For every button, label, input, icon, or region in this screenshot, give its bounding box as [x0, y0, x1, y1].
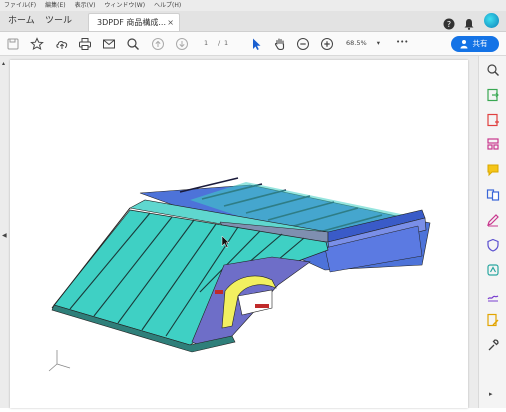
axis-gizmo [48, 350, 71, 372]
total-pages: 1 [224, 39, 229, 47]
next-page-icon[interactable] [175, 36, 189, 50]
menu-file[interactable]: ファイル(F) [4, 0, 36, 11]
svg-text:?: ? [447, 20, 451, 29]
sidebar-collapse-icon[interactable]: ▸ [489, 390, 493, 398]
menu-window[interactable]: ウィンドウ(W) [104, 0, 145, 11]
zoom-level-dropdown[interactable]: 68.5% ▾ [346, 39, 380, 47]
toolbar: 1 / 1 68.5% ▾ ••• [0, 32, 506, 56]
notification-bell-icon[interactable] [463, 15, 475, 30]
hand-tool-icon[interactable] [273, 36, 287, 51]
tab-document-label: 3DPDF 商品構成... [97, 18, 167, 27]
share-button[interactable]: 共有 [451, 36, 499, 52]
comment-icon[interactable] [486, 162, 500, 177]
more-options-icon[interactable]: ••• [396, 38, 408, 46]
document-viewport[interactable]: ◀ ▴ [0, 56, 478, 408]
save-icon[interactable] [6, 36, 20, 50]
previous-page-icon[interactable] [151, 36, 165, 50]
help-icon[interactable]: ? [443, 15, 455, 30]
share-button-label: 共有 [472, 39, 488, 48]
tab-tools[interactable]: ツール [45, 11, 72, 31]
page-separator: / [218, 39, 221, 47]
edit-pdf-icon[interactable] [486, 312, 500, 327]
share-person-icon [460, 39, 469, 49]
pdf-page [10, 60, 468, 408]
tab-bar: ホーム ツール 3DPDF 商品構成... × ? [0, 11, 506, 32]
upload-cloud-icon[interactable] [55, 36, 69, 50]
search-icon[interactable] [126, 36, 140, 50]
combine-files-icon[interactable] [486, 187, 500, 201]
organize-pages-icon[interactable] [486, 136, 500, 150]
menu-edit[interactable]: 編集(E) [45, 0, 65, 11]
zoom-search-icon[interactable] [486, 62, 500, 76]
roof-3d-model[interactable] [10, 60, 468, 408]
menu-view[interactable]: 表示(V) [75, 0, 96, 11]
chevron-down-icon: ▾ [376, 39, 380, 47]
menu-bar: ファイル(F) 編集(E) 表示(V) ウィンドウ(W) ヘルプ(H) [0, 0, 506, 11]
create-pdf-icon[interactable] [486, 112, 500, 127]
more-tools-icon[interactable] [486, 337, 500, 351]
fill-sign-icon[interactable] [486, 212, 500, 227]
left-panel-toggle-icon[interactable]: ◀ [2, 232, 7, 239]
select-cursor-icon[interactable] [249, 36, 263, 50]
zoom-level-value: 68.5% [346, 39, 367, 47]
current-page-field[interactable]: 1 [204, 39, 208, 47]
export-pdf-icon[interactable] [486, 87, 500, 102]
zoom-out-icon[interactable] [296, 36, 310, 50]
user-avatar[interactable] [484, 13, 499, 28]
enhance-scans-icon[interactable] [486, 262, 500, 276]
sign-icon[interactable] [486, 287, 500, 302]
email-icon[interactable] [102, 36, 116, 50]
menu-help[interactable]: ヘルプ(H) [154, 0, 181, 11]
tools-sidebar: ▸ [478, 56, 506, 408]
tab-document[interactable]: 3DPDF 商品構成... × [88, 13, 180, 31]
close-tab-icon[interactable]: × [167, 14, 174, 31]
bookmark-star-icon[interactable] [30, 36, 44, 51]
tab-home[interactable]: ホーム [8, 11, 35, 31]
protect-icon[interactable] [486, 237, 500, 252]
zoom-in-icon[interactable] [320, 36, 334, 50]
scroll-indicator-icon: ▴ [2, 60, 6, 67]
print-icon[interactable] [78, 36, 92, 50]
